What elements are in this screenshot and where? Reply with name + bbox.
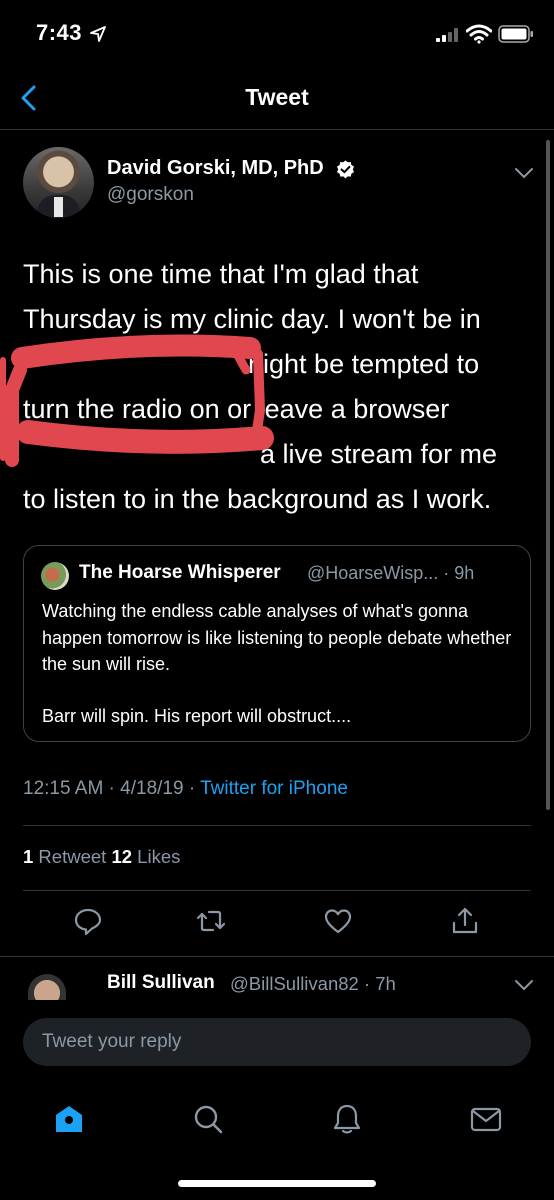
- quoted-author-avatar: [41, 562, 69, 590]
- chevron-down-icon[interactable]: [514, 978, 534, 992]
- home-indicator[interactable]: [178, 1180, 376, 1187]
- like-label: Likes: [132, 846, 181, 867]
- chevron-down-icon[interactable]: [514, 166, 534, 180]
- search-icon[interactable]: [191, 1102, 225, 1136]
- navigation-bar: Tweet: [0, 70, 554, 130]
- tweet-metadata: 12:15 AM · 4/18/19 · Twitter for iPhone: [23, 778, 348, 800]
- tweet-source-link[interactable]: Twitter for iPhone: [200, 778, 348, 799]
- reply-author-name[interactable]: Bill Sullivan: [107, 972, 215, 994]
- divider: [0, 956, 554, 957]
- page-title: Tweet: [245, 84, 309, 110]
- reply-author-handle[interactable]: @BillSullivan82 · 7h: [230, 973, 396, 995]
- messages-mail-icon[interactable]: [469, 1102, 503, 1136]
- divider: [23, 890, 531, 891]
- reply-input[interactable]: Tweet your reply: [23, 1018, 531, 1066]
- quoted-author-handle: @HoarseWisp... · 9h: [307, 563, 475, 583]
- author-handle[interactable]: @gorskon: [107, 184, 194, 206]
- tweet-timestamp: 12:15 AM · 4/18/19 ·: [23, 778, 201, 799]
- quoted-tweet-text-2: Barr will spin. His report will obstruct…: [42, 706, 352, 726]
- quoted-tweet-text: Watching the endless cable analyses of w…: [42, 601, 512, 674]
- engagement-stats: 1 Retweet 12 Likes: [23, 846, 180, 868]
- verified-badge-icon: [337, 160, 354, 179]
- retweet-stat[interactable]: 1 Retweet: [23, 846, 111, 867]
- retweet-label: Retweet: [33, 846, 112, 867]
- tab-bar: [0, 1084, 554, 1154]
- author-name[interactable]: David Gorski, MD, PhD: [107, 157, 324, 180]
- scrollbar[interactable]: [546, 140, 550, 810]
- cellular-signal-icon: [436, 28, 458, 42]
- red-marker-scribble: [0, 334, 274, 467]
- like-stat[interactable]: 12 Likes: [111, 846, 180, 867]
- battery-icon: [498, 25, 533, 43]
- divider: [23, 825, 531, 826]
- composer-area: Tweet your reply: [0, 1000, 554, 1200]
- wifi-icon: [466, 24, 492, 44]
- status-bar: 7:43: [0, 0, 554, 70]
- tweet-line: to listen to in the background as I work…: [23, 484, 492, 514]
- quoted-tweet[interactable]: The Hoarse Whisperer @HoarseWisp... · 9h…: [23, 545, 531, 742]
- reply-icon[interactable]: [73, 906, 103, 936]
- retweet-icon[interactable]: [196, 906, 226, 936]
- location-arrow-icon: [90, 26, 106, 42]
- quoted-author-name: The Hoarse Whisperer: [79, 562, 281, 583]
- tweet-line: This is one time that I'm glad that: [23, 259, 419, 289]
- retweet-count: 1: [23, 846, 34, 867]
- status-time: 7:43: [36, 20, 83, 45]
- like-count: 12: [111, 846, 133, 867]
- tweet-actions: [0, 900, 554, 944]
- like-heart-icon[interactable]: [323, 906, 353, 936]
- home-icon[interactable]: [52, 1102, 86, 1136]
- reply-placeholder: Tweet your reply: [42, 1031, 182, 1052]
- author-avatar[interactable]: [23, 147, 94, 218]
- share-icon[interactable]: [450, 906, 480, 936]
- notifications-bell-icon[interactable]: [330, 1102, 364, 1136]
